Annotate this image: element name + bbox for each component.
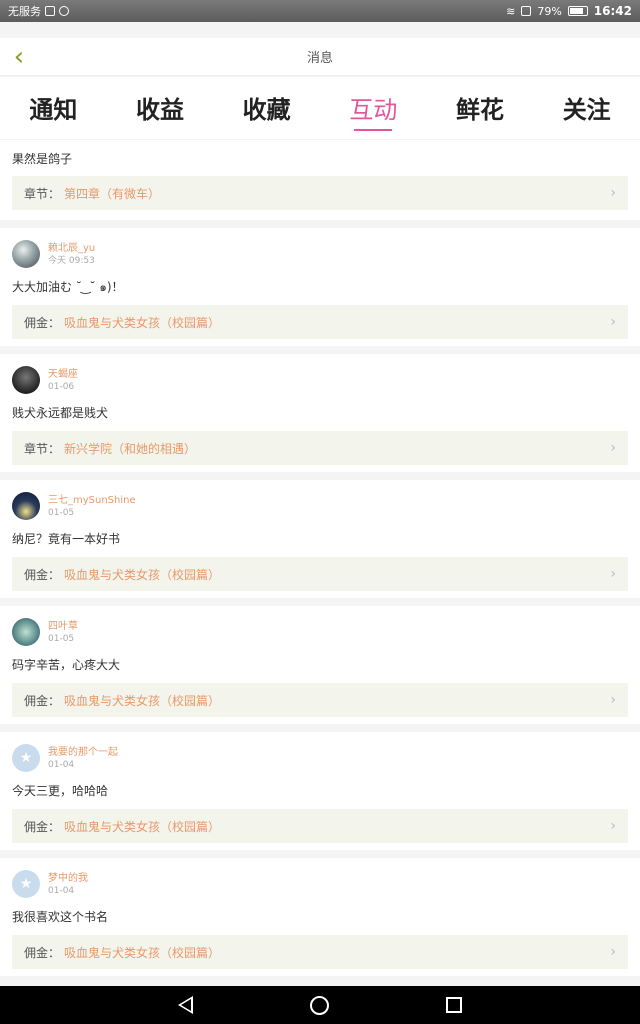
reference-separator: ： bbox=[48, 945, 61, 960]
timestamp: 01-04 bbox=[48, 885, 75, 896]
battery-percent: 79% bbox=[537, 4, 562, 18]
timestamp: 01-05 bbox=[48, 633, 75, 644]
reference-link[interactable]: 佣金： 吸血鬼与犬类女孩（校园篇） › bbox=[12, 305, 628, 339]
reference-separator: ： bbox=[48, 819, 61, 834]
reference-link[interactable]: 佣金： 吸血鬼与犬类女孩（校园篇） › bbox=[12, 683, 628, 717]
message-item: 果然是鸽子 章节： 第四章（有微车） › bbox=[0, 140, 640, 220]
clock: 16:42 bbox=[593, 4, 632, 18]
reference-separator: ： bbox=[48, 567, 61, 582]
reference-separator: ： bbox=[48, 186, 61, 201]
reference-link[interactable]: 章节： 新兴学院（和她的相遇） › bbox=[12, 431, 628, 465]
avatar[interactable] bbox=[12, 240, 40, 268]
reference-type: 章节 bbox=[24, 441, 49, 456]
tab-favorites[interactable]: 收藏 bbox=[213, 77, 320, 139]
comment-text: 果然是鸽子 bbox=[12, 152, 73, 166]
comment-text: 纳尼？竟有一本好书 bbox=[12, 532, 121, 546]
reference-link[interactable]: 佣金： 吸血鬼与犬类女孩（校园篇） › bbox=[12, 557, 628, 591]
tab-follows[interactable]: 关注 bbox=[533, 77, 640, 139]
reference-title: 吸血鬼与犬类女孩（校园篇） bbox=[64, 819, 221, 834]
page-title: 消息 bbox=[306, 51, 333, 66]
app-notification-icon bbox=[59, 6, 69, 16]
reference-link[interactable]: 章节： 第四章（有微车） › bbox=[12, 176, 628, 210]
chevron-right-icon: › bbox=[610, 185, 616, 201]
message-item: ★ 梦中的我 01-04 我很喜欢这个书名 佣金： 吸血鬼与犬类女孩（校园篇） … bbox=[0, 858, 640, 976]
chevron-right-icon: › bbox=[610, 818, 616, 834]
reference-type: 佣金 bbox=[24, 315, 49, 330]
comment-text: 我很喜欢这个书名 bbox=[12, 910, 109, 924]
reference-title: 吸血鬼与犬类女孩（校园篇） bbox=[64, 567, 221, 582]
system-home-icon[interactable] bbox=[309, 995, 329, 1015]
avatar[interactable] bbox=[12, 366, 40, 394]
avatar[interactable]: ★ bbox=[12, 870, 40, 898]
chevron-right-icon: › bbox=[610, 314, 616, 330]
system-nav-bar bbox=[0, 986, 640, 1024]
chevron-right-icon: › bbox=[610, 440, 616, 456]
reference-title: 吸血鬼与犬类女孩（校园篇） bbox=[64, 315, 221, 330]
comment-text: 贱犬永远都是贱犬 bbox=[12, 406, 109, 420]
back-button[interactable]: ‹ bbox=[6, 44, 32, 70]
system-back-icon[interactable] bbox=[178, 996, 194, 1014]
message-item: 四叶草 01-05 码字辛苦，心疼大大 佣金： 吸血鬼与犬类女孩（校园篇） › bbox=[0, 606, 640, 724]
reference-type: 章节 bbox=[24, 186, 49, 201]
tab-notifications[interactable]: 通知 bbox=[0, 77, 107, 139]
tab-earnings[interactable]: 收益 bbox=[107, 77, 214, 139]
message-list: 果然是鸽子 章节： 第四章（有微车） › 赖北辰_yu 今天 09:53 大大加… bbox=[0, 140, 640, 984]
message-item: ★ 我要的那个一起 01-04 今天三更，哈哈哈 佣金： 吸血鬼与犬类女孩（校园… bbox=[0, 732, 640, 850]
chevron-right-icon: › bbox=[610, 944, 616, 960]
header: ‹ 消息 bbox=[0, 38, 640, 76]
username[interactable]: 赖北辰_yu bbox=[48, 242, 95, 255]
wifi-icon: ≋ bbox=[506, 4, 516, 18]
chevron-right-icon: › bbox=[610, 692, 616, 708]
comment-text: 大大加油む ˘ ͜ ˘ ๑)！ bbox=[12, 280, 124, 294]
timestamp: 今天 09:53 bbox=[48, 255, 95, 266]
comment-text: 今天三更，哈哈哈 bbox=[12, 784, 109, 798]
chevron-right-icon: › bbox=[610, 566, 616, 582]
message-item: 三七_mySunShine 01-05 纳尼？竟有一本好书 佣金： 吸血鬼与犬类… bbox=[0, 480, 640, 598]
sim-icon bbox=[521, 6, 532, 16]
star-icon: ★ bbox=[19, 750, 33, 766]
timestamp: 01-04 bbox=[48, 759, 75, 770]
reference-separator: ： bbox=[48, 441, 61, 456]
reference-title: 吸血鬼与犬类女孩（校园篇） bbox=[64, 945, 221, 960]
reference-title: 第四章（有微车） bbox=[64, 186, 161, 201]
category-tabs: 通知 收益 收藏 互动 鲜花 关注 bbox=[0, 77, 640, 139]
avatar[interactable]: ★ bbox=[12, 744, 40, 772]
tab-flowers[interactable]: 鲜花 bbox=[427, 77, 534, 139]
username[interactable]: 三七_mySunShine bbox=[48, 494, 136, 507]
comment-text: 码字辛苦，心疼大大 bbox=[12, 658, 121, 672]
status-bar: 无服务 ≋ 79% 16:42 bbox=[0, 0, 640, 22]
username[interactable]: 四叶草 bbox=[48, 620, 78, 633]
username[interactable]: 天蝎座 bbox=[48, 368, 78, 381]
message-item: 天蝎座 01-06 贱犬永远都是贱犬 章节： 新兴学院（和她的相遇） › bbox=[0, 354, 640, 472]
username[interactable]: 我要的那个一起 bbox=[48, 746, 118, 759]
avatar[interactable] bbox=[12, 618, 40, 646]
tab-interactions[interactable]: 互动 bbox=[320, 77, 427, 139]
message-item: 赖北辰_yu 今天 09:53 大大加油む ˘ ͜ ˘ ๑)！ 佣金： 吸血鬼与… bbox=[0, 228, 640, 346]
reference-separator: ： bbox=[48, 693, 61, 708]
reference-title: 吸血鬼与犬类女孩（校园篇） bbox=[64, 693, 221, 708]
reference-type: 佣金 bbox=[24, 567, 49, 582]
battery-icon bbox=[567, 6, 588, 16]
timestamp: 01-06 bbox=[48, 381, 75, 392]
image-notification-icon bbox=[45, 6, 55, 16]
star-icon: ★ bbox=[19, 876, 33, 892]
timestamp: 01-05 bbox=[48, 507, 75, 518]
carrier-text: 无服务 bbox=[8, 5, 41, 18]
reference-type: 佣金 bbox=[24, 693, 49, 708]
chevron-left-icon: ‹ bbox=[13, 42, 25, 72]
reference-title: 新兴学院（和她的相遇） bbox=[64, 441, 197, 456]
reference-type: 佣金 bbox=[24, 819, 49, 834]
system-recents-icon[interactable] bbox=[445, 997, 462, 1013]
reference-type: 佣金 bbox=[24, 945, 49, 960]
reference-link[interactable]: 佣金： 吸血鬼与犬类女孩（校园篇） › bbox=[12, 809, 628, 843]
reference-link[interactable]: 佣金： 吸血鬼与犬类女孩（校园篇） › bbox=[12, 935, 628, 969]
avatar[interactable] bbox=[12, 492, 40, 520]
username[interactable]: 梦中的我 bbox=[48, 872, 88, 885]
reference-separator: ： bbox=[48, 315, 61, 330]
